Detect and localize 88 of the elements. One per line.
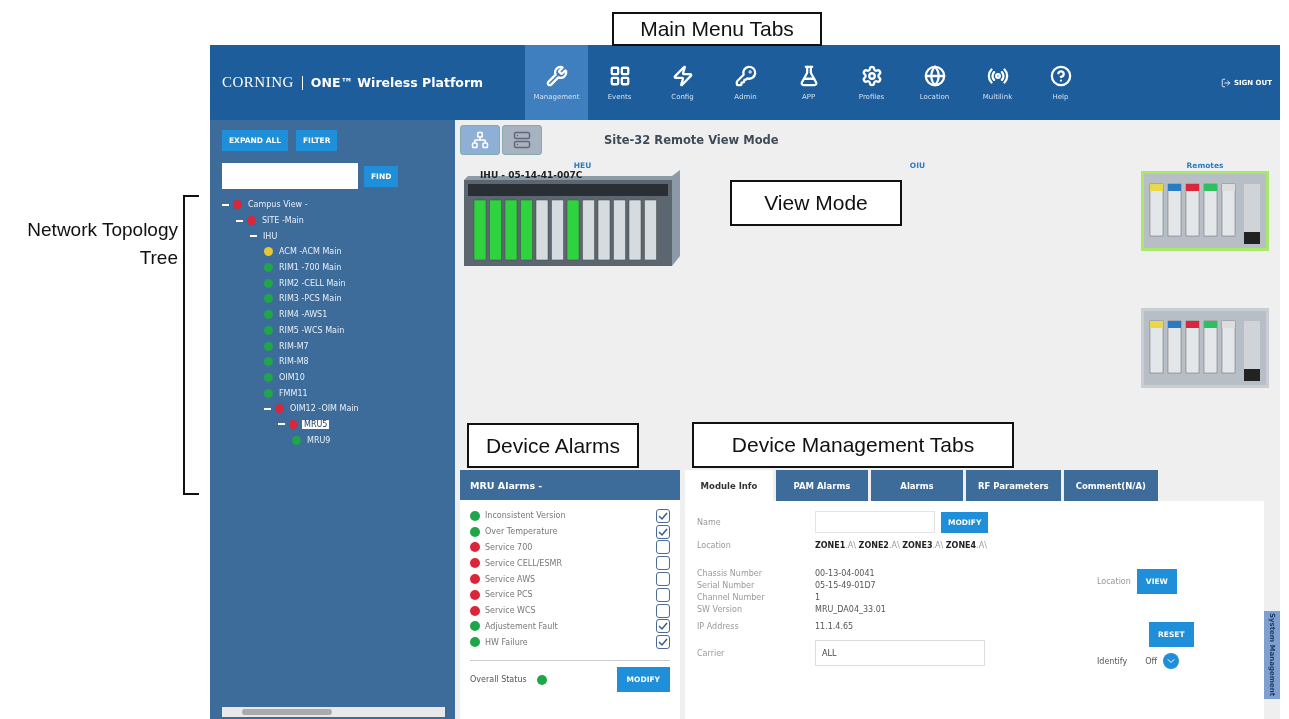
chassis-view-button[interactable] — [502, 125, 542, 155]
alarm-label: HW Failure — [485, 637, 529, 647]
collapse-toggle[interactable] — [250, 235, 257, 238]
collapse-toggle[interactable] — [278, 423, 285, 426]
tree-item[interactable]: RIM3 -PCS Main — [277, 294, 344, 304]
scrollbar[interactable] — [222, 707, 445, 717]
tab[interactable]: Comment(N/A) — [1063, 470, 1158, 501]
checkbox[interactable] — [656, 635, 670, 650]
location-value: ZONE1.A\ ZONE2.A\ ZONE3.A\ ZONE4.A\ — [815, 540, 988, 550]
checkbox[interactable] — [656, 587, 670, 602]
field-label: Identify — [1097, 656, 1128, 666]
tree-item[interactable]: ACM -ACM Main — [277, 247, 344, 257]
tree-item[interactable]: OIM12 -OIM Main — [288, 404, 361, 414]
network-icon — [471, 131, 489, 149]
identify-dropdown[interactable]: Off — [1133, 653, 1179, 669]
checkbox[interactable] — [656, 508, 670, 523]
field-label: Chassis Number — [697, 568, 763, 578]
nav-icon — [923, 64, 946, 87]
view-title: Site-32 Remote View Mode — [604, 133, 779, 147]
checkbox[interactable] — [656, 619, 670, 634]
chassis-label: IHU - 05-14-41-007C — [480, 170, 583, 180]
field-label: Location — [1097, 577, 1131, 586]
tree-item[interactable]: SITE -Main — [260, 216, 306, 226]
checkbox[interactable] — [656, 540, 670, 555]
name-field[interactable] — [815, 511, 935, 533]
checkbox[interactable] — [656, 556, 670, 571]
annotation-label: Device Management Tabs — [692, 422, 1014, 468]
tree-item[interactable]: RIM1 -700 Main — [277, 263, 344, 273]
field-value: 11.1.4.65 — [815, 621, 855, 631]
alarm-label: Over Temperature — [485, 527, 559, 537]
field-value: MRU_DA04_33.01 — [815, 604, 887, 614]
annotation-label: Device Alarms — [467, 423, 639, 468]
tree-item[interactable]: FMM11 — [277, 388, 310, 398]
nav-icon — [1049, 64, 1072, 87]
tree-item[interactable]: MRU9 — [305, 435, 333, 445]
alarm-label: Service AWS — [485, 574, 537, 584]
field-label: Channel Number — [697, 592, 766, 602]
checkbox[interactable] — [656, 524, 670, 539]
nav-icon — [608, 64, 631, 87]
tab[interactable]: PAM Alarms — [776, 470, 868, 501]
tab[interactable]: RF Parameters — [966, 470, 1061, 501]
nav-icon — [734, 64, 757, 87]
alarm-label: Service 700 — [485, 543, 534, 552]
tree-item[interactable]: RIM-M7 — [277, 341, 311, 351]
field-value: 1 — [815, 592, 822, 602]
tree-item[interactable]: RIM4 -AWS1 — [277, 310, 330, 320]
field-label: Name — [697, 517, 722, 527]
alarm-label: Service WCS — [485, 606, 537, 616]
field-label: SW Version — [697, 604, 743, 614]
tree-item[interactable]: RIM-M8 — [277, 357, 311, 367]
tree-item[interactable]: RIM2 -CELL Main — [277, 278, 348, 288]
collapse-toggle[interactable] — [264, 407, 271, 410]
field-label: Location — [697, 540, 732, 550]
brand-name: CORNING — [222, 74, 294, 91]
product-name: ONE™ Wireless Platform — [310, 75, 484, 90]
nav-icon — [671, 64, 694, 87]
field-label: Carrier — [697, 648, 726, 658]
nav-icon — [545, 64, 568, 87]
tree-item[interactable]: MRU5 — [302, 419, 330, 429]
tree-item[interactable]: RIM5 -WCS Main — [277, 325, 347, 335]
search-field[interactable] — [222, 163, 358, 189]
chevron-icon — [1163, 653, 1179, 669]
carrier-field[interactable]: ALL — [815, 640, 985, 666]
annotation-label: View Mode — [730, 180, 902, 226]
checkbox[interactable] — [656, 603, 670, 618]
checkbox[interactable] — [656, 572, 670, 587]
tree-item[interactable]: OIM10 — [277, 372, 307, 382]
tab[interactable]: Alarms — [871, 470, 963, 501]
server-icon — [513, 131, 531, 149]
field-label: Serial Number — [697, 580, 756, 590]
tab[interactable]: Module Info — [685, 470, 773, 501]
alarm-label: Inconsistent Version — [485, 511, 567, 521]
collapse-toggle[interactable] — [222, 203, 229, 206]
field-value: 00-13-04-0041 — [815, 568, 876, 578]
tree-item[interactable]: Campus View - — [246, 200, 310, 210]
nav-icon — [860, 64, 883, 87]
alarm-label: Service PCS — [485, 590, 534, 600]
panel-title: MRU Alarms - — [460, 470, 680, 500]
alarm-label: Adjustement Fault — [485, 621, 559, 631]
field-label: IP Address — [697, 621, 740, 631]
alarm-label: Service CELL/ESMR — [485, 558, 563, 568]
tree-item[interactable]: IHU — [261, 231, 280, 241]
overall-status-label: Overall Status — [470, 675, 527, 685]
sign-out-icon — [1220, 77, 1231, 88]
annotation-label: Network Topology Tree — [26, 218, 178, 270]
annotation-label: Main Menu Tabs — [612, 12, 822, 46]
field-value: 05-15-49-01D7 — [815, 580, 877, 590]
collapse-toggle[interactable] — [236, 219, 243, 222]
